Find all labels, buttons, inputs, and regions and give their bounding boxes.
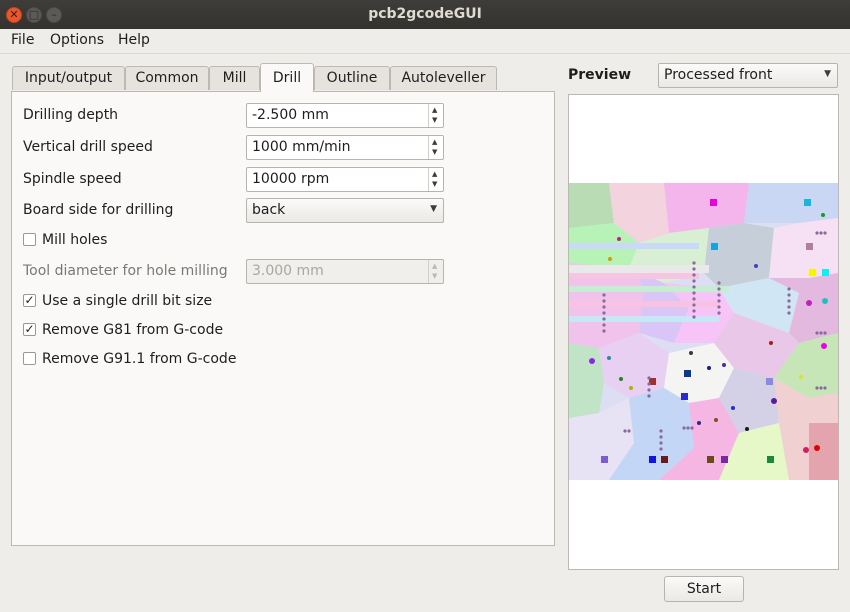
tool-diameter-stepper[interactable]: ▲ ▼ bbox=[428, 260, 443, 283]
preview-mode-value: Processed front bbox=[664, 67, 773, 83]
tab-autoleveller[interactable]: Autoleveller bbox=[390, 66, 497, 90]
preview-mode-select[interactable]: Processed front ▼ bbox=[658, 63, 838, 88]
spindle-speed-value: 10000 rpm bbox=[252, 171, 330, 187]
tool-diameter-value: 3.000 mm bbox=[252, 263, 324, 279]
spindle-speed-stepper[interactable]: ▲ ▼ bbox=[428, 168, 443, 191]
vertical-speed-value: 1000 mm/min bbox=[252, 139, 351, 155]
remove-g81-label: Remove G81 from G-code bbox=[42, 322, 224, 338]
spin-down-icon[interactable]: ▼ bbox=[432, 116, 437, 124]
board-side-label: Board side for drilling bbox=[23, 202, 174, 218]
mill-holes-checkbox[interactable] bbox=[23, 233, 36, 246]
drilling-depth-stepper[interactable]: ▲ ▼ bbox=[428, 104, 443, 127]
spin-down-icon[interactable]: ▼ bbox=[432, 180, 437, 188]
single-bit-label: Use a single drill bit size bbox=[42, 293, 213, 309]
tool-diameter-label: Tool diameter for hole milling bbox=[23, 263, 228, 279]
tab-mill[interactable]: Mill bbox=[209, 66, 260, 90]
menu-file[interactable]: File bbox=[11, 32, 34, 48]
preview-label: Preview bbox=[568, 67, 632, 83]
pcb-preview-image bbox=[569, 183, 838, 480]
spin-up-icon[interactable]: ▲ bbox=[432, 138, 437, 146]
spindle-speed-label: Spindle speed bbox=[23, 171, 122, 187]
menu-bar: File Options Help bbox=[0, 29, 850, 54]
tab-outline[interactable]: Outline bbox=[314, 66, 390, 90]
tab-input-output[interactable]: Input/output bbox=[12, 66, 125, 90]
drilling-depth-label: Drilling depth bbox=[23, 107, 119, 123]
check-icon: ✓ bbox=[24, 293, 35, 307]
remove-g91-label: Remove G91.1 from G-code bbox=[42, 351, 237, 367]
drilling-depth-value: -2.500 mm bbox=[252, 107, 329, 123]
menu-options[interactable]: Options bbox=[50, 32, 104, 48]
title-bar: ✕ □ – pcb2gcodeGUI bbox=[0, 0, 850, 29]
remove-g81-checkbox[interactable]: ✓ bbox=[23, 323, 36, 336]
tool-diameter-spinbox[interactable]: 3.000 mm ▲ ▼ bbox=[246, 259, 444, 284]
spin-down-icon[interactable]: ▼ bbox=[432, 148, 437, 156]
board-side-select[interactable]: back ▼ bbox=[246, 198, 444, 223]
check-icon: ✓ bbox=[24, 322, 35, 336]
preview-area bbox=[568, 94, 839, 570]
window-title: pcb2gcodeGUI bbox=[368, 6, 482, 22]
tab-drill[interactable]: Drill bbox=[260, 63, 314, 92]
vertical-speed-stepper[interactable]: ▲ ▼ bbox=[428, 136, 443, 159]
chevron-down-icon: ▼ bbox=[430, 204, 437, 214]
spin-down-icon[interactable]: ▼ bbox=[432, 272, 437, 280]
mill-holes-label: Mill holes bbox=[42, 232, 108, 248]
vertical-speed-spinbox[interactable]: 1000 mm/min ▲ ▼ bbox=[246, 135, 444, 160]
drilling-depth-spinbox[interactable]: -2.500 mm ▲ ▼ bbox=[246, 103, 444, 128]
vertical-speed-label: Vertical drill speed bbox=[23, 139, 153, 155]
spindle-speed-spinbox[interactable]: 10000 rpm ▲ ▼ bbox=[246, 167, 444, 192]
menu-help[interactable]: Help bbox=[118, 32, 150, 48]
board-side-value: back bbox=[252, 202, 286, 218]
tab-common[interactable]: Common bbox=[125, 66, 209, 90]
chevron-down-icon: ▼ bbox=[824, 69, 831, 79]
start-button[interactable]: Start bbox=[664, 576, 744, 602]
spin-up-icon[interactable]: ▲ bbox=[432, 170, 437, 178]
remove-g91-checkbox[interactable] bbox=[23, 352, 36, 365]
spin-up-icon[interactable]: ▲ bbox=[432, 262, 437, 270]
spin-up-icon[interactable]: ▲ bbox=[432, 106, 437, 114]
single-bit-checkbox[interactable]: ✓ bbox=[23, 294, 36, 307]
